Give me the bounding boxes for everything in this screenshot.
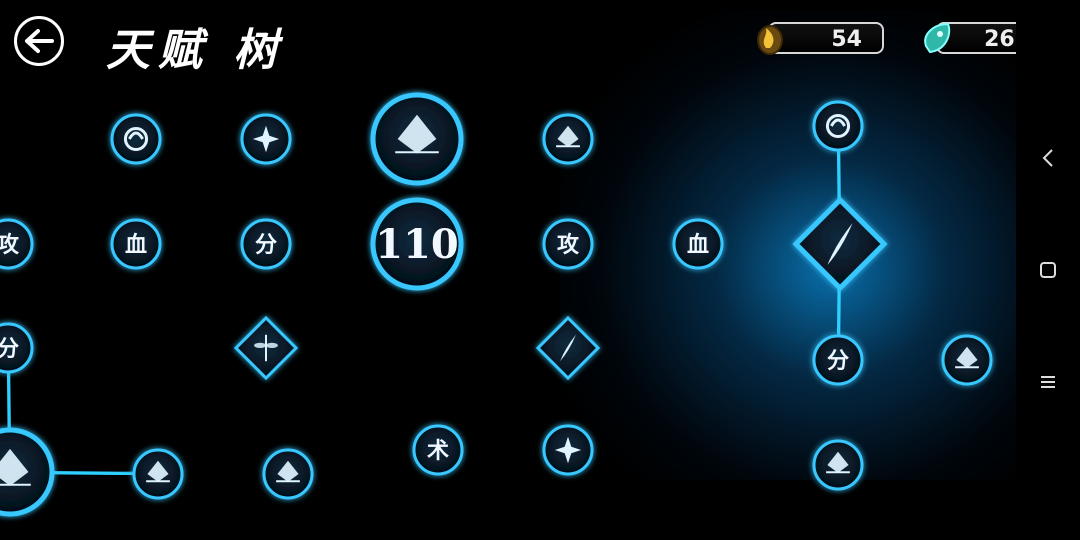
talent-node-label: 攻	[0, 232, 20, 258]
talent-node-center-level[interactable]: 110	[370, 197, 464, 291]
talent-node-big-ultimate[interactable]	[370, 92, 464, 186]
green-crystal-gem-icon	[924, 22, 951, 54]
talent-node-crystal-top-mid[interactable]	[542, 113, 594, 165]
arrow-left-icon	[25, 29, 54, 53]
back-chevron-icon[interactable]	[1028, 138, 1068, 178]
talent-node-shield-top-right[interactable]	[812, 100, 864, 152]
talent-node-crystal-bottom-right[interactable]	[812, 439, 864, 491]
system-navigation-bar	[1016, 0, 1080, 540]
talent-node-atk-right[interactable]: 攻	[542, 218, 594, 270]
talent-node-label: 攻	[557, 232, 580, 258]
talent-tree-screen: 攻血分 110 攻血分分术 天赋 树 54 263	[0, 0, 1080, 540]
talent-node-shield-top-left[interactable]	[110, 113, 162, 165]
talent-node-atk-left[interactable]: 攻	[0, 218, 34, 270]
talent-node-label: 血	[687, 232, 709, 258]
talent-tree-graph: 攻血分 110 攻血分 分术	[0, 92, 993, 517]
talent-node-big-bottom-left[interactable]	[0, 427, 55, 517]
talent-node-label: 分	[0, 336, 19, 362]
gold-currency: 54	[752, 20, 892, 56]
talent-node-crystal-right[interactable]	[941, 334, 993, 386]
talent-node-label: 血	[125, 232, 147, 258]
talent-node-label: 分	[827, 348, 849, 374]
talent-node-label: 分	[255, 232, 277, 258]
menu-lines-icon[interactable]	[1028, 362, 1068, 402]
talent-node-skill[interactable]: 术	[412, 424, 464, 476]
gold-currency-value: 54	[831, 27, 862, 52]
talent-node-star-bottom[interactable]	[542, 424, 594, 476]
gold-flame-coin-icon	[757, 25, 783, 55]
talent-node-star-top[interactable]	[240, 113, 292, 165]
back-button[interactable]	[14, 16, 64, 66]
talent-node-crystal-bottom-1[interactable]	[132, 448, 184, 500]
talent-node-split-left[interactable]: 分	[240, 218, 292, 270]
talent-node-split-far-left[interactable]: 分	[0, 322, 34, 374]
talent-node-dragonfly[interactable]	[233, 315, 299, 381]
tree-connections	[6, 125, 967, 476]
talent-node-hp-left[interactable]: 血	[110, 218, 162, 270]
talent-node-split-right[interactable]: 分	[812, 334, 864, 386]
talent-node-sword[interactable]	[535, 315, 601, 381]
talent-node-crystal-bottom-2[interactable]	[262, 448, 314, 500]
talent-node-blade-big[interactable]	[792, 196, 888, 292]
talent-node-label: 术	[427, 438, 449, 464]
talent-node-hp-right[interactable]: 血	[672, 218, 724, 270]
home-square-icon[interactable]	[1028, 250, 1068, 290]
talent-node-label: 110	[375, 221, 459, 268]
page-title: 天赋 树	[106, 25, 286, 76]
